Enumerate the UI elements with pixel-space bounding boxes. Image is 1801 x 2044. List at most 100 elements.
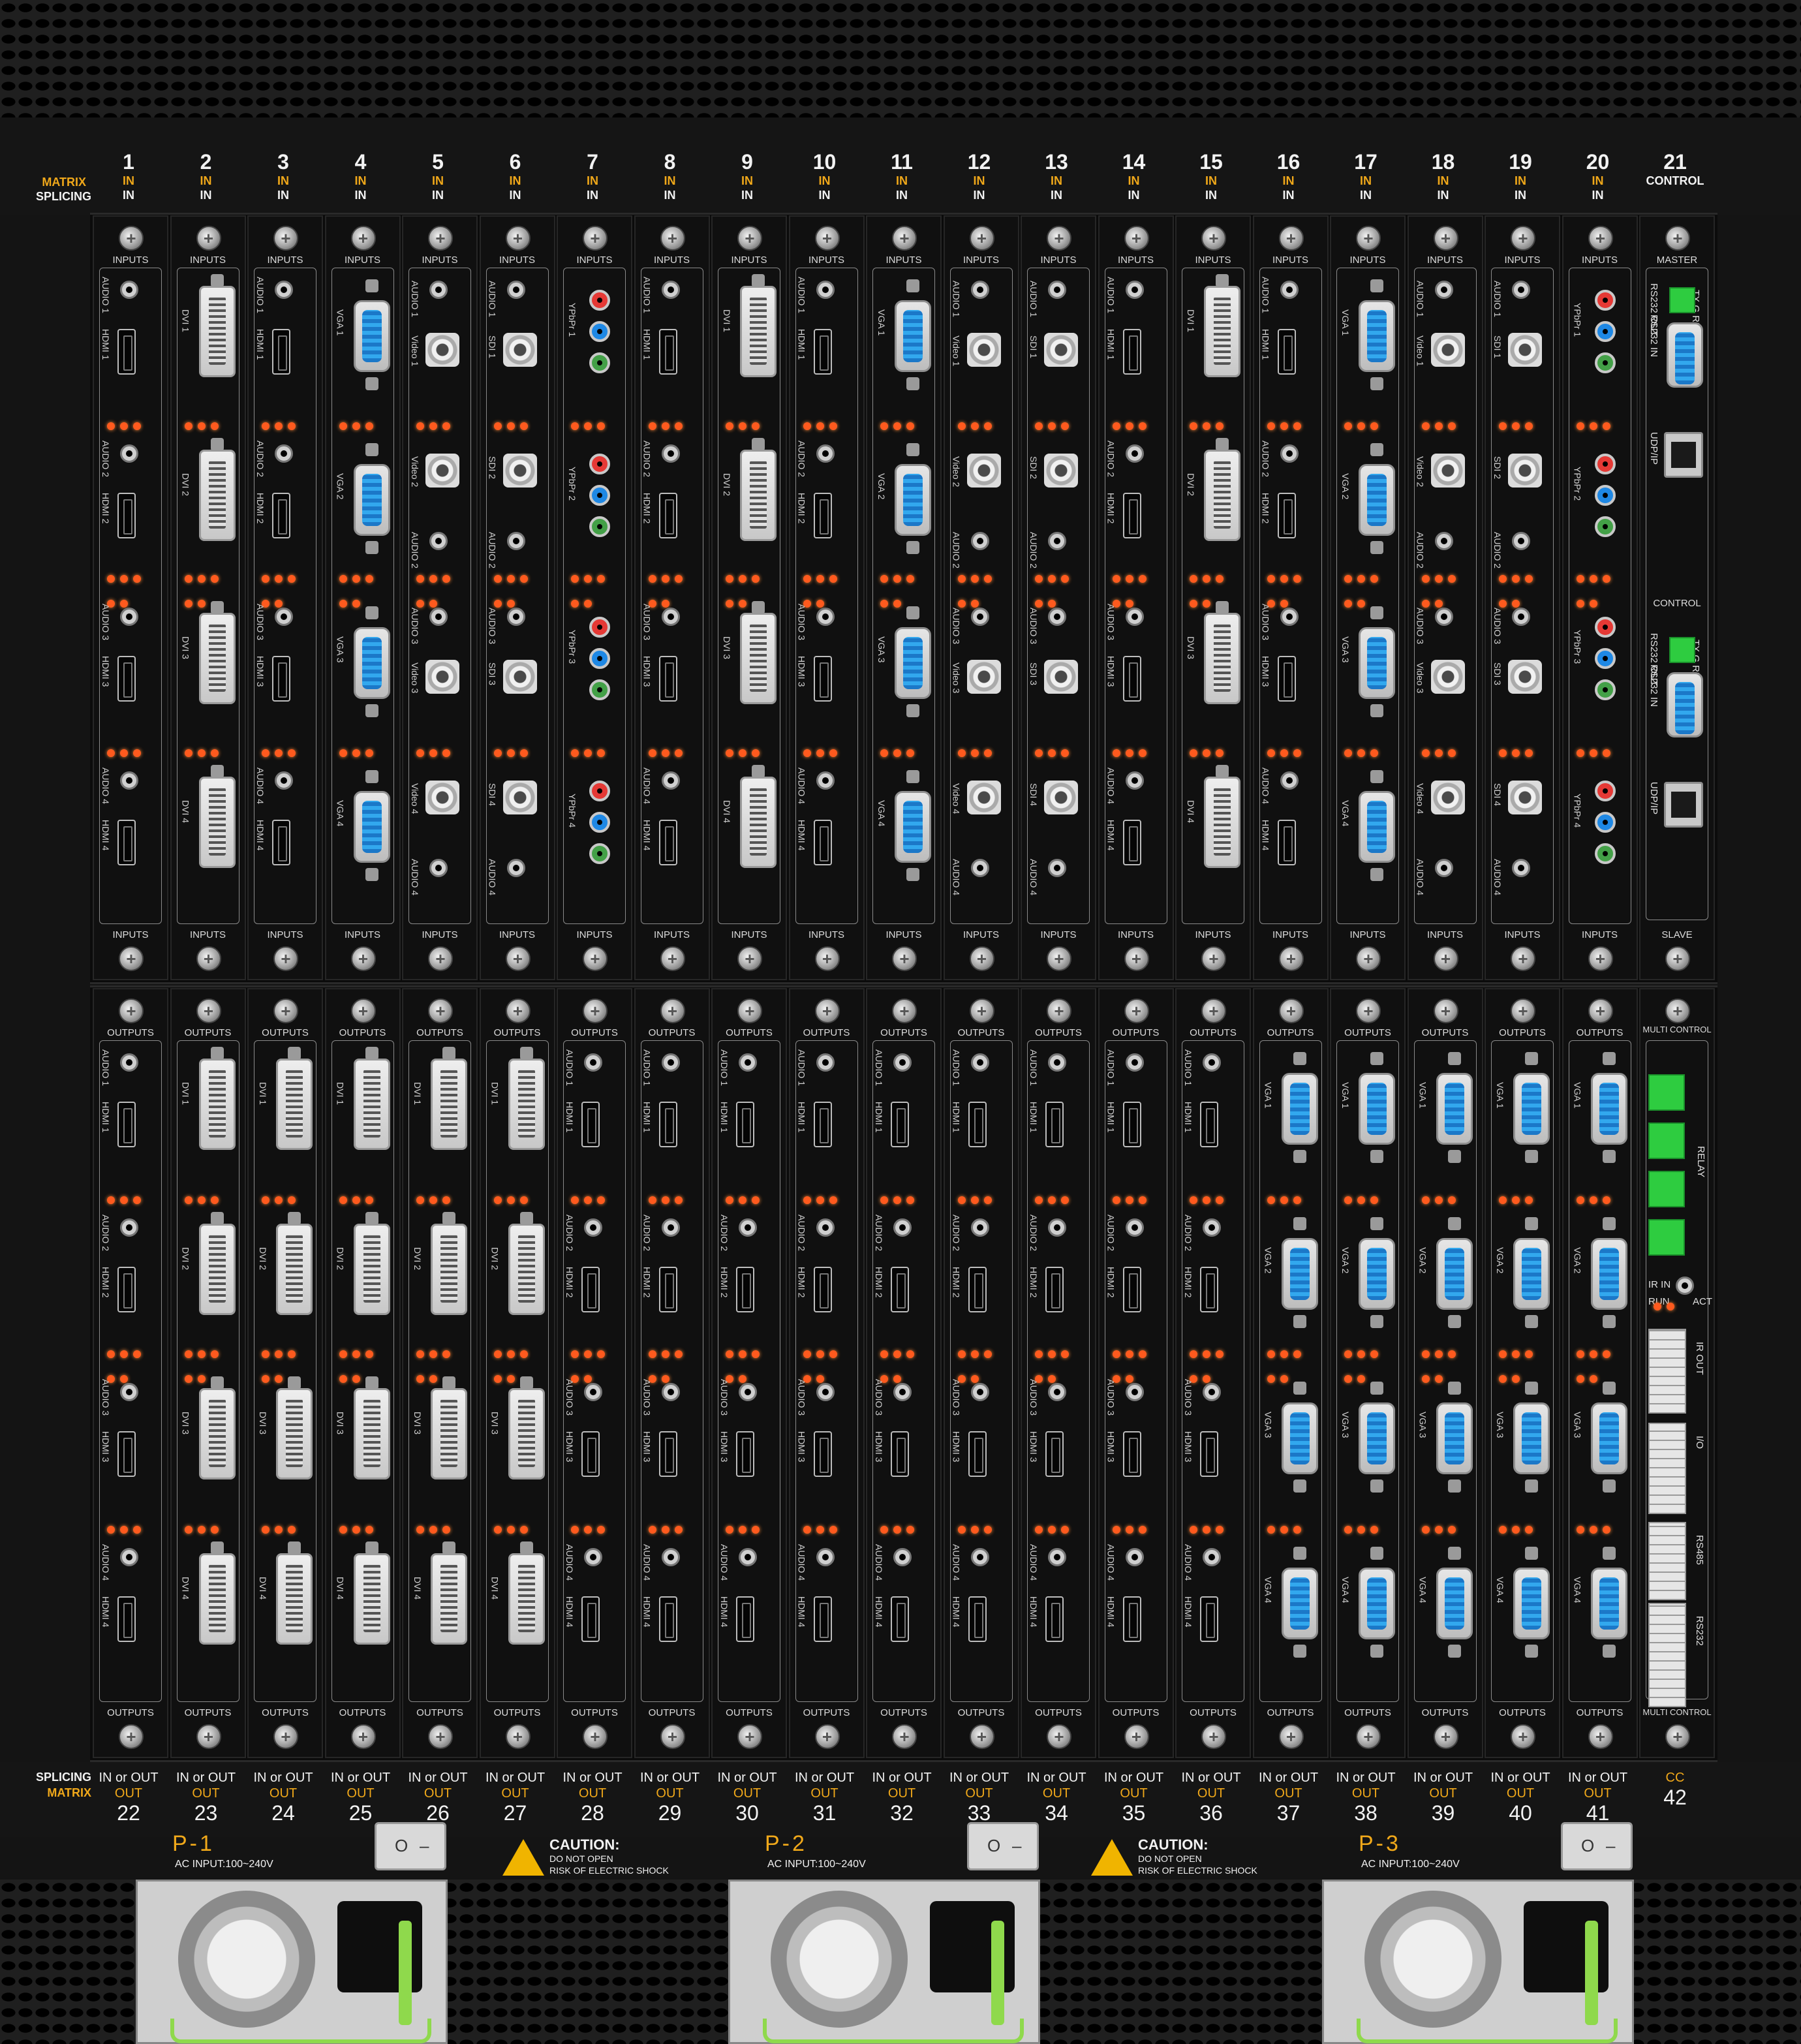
hdmi-port-icon[interactable] <box>658 1266 677 1312</box>
hdmi-port-icon[interactable] <box>1200 1266 1218 1312</box>
audio-jack-icon[interactable] <box>1434 531 1453 550</box>
vga-port-icon[interactable] <box>895 627 931 699</box>
screw-nut-icon[interactable] <box>1370 1150 1383 1163</box>
audio-jack-icon[interactable] <box>893 1053 912 1072</box>
vga-port-icon[interactable] <box>1436 1237 1473 1310</box>
thumb-screw-icon[interactable] <box>1124 226 1149 251</box>
audio-jack-icon[interactable] <box>1048 1053 1066 1072</box>
vga-port-icon[interactable] <box>1436 1402 1473 1474</box>
thumb-screw-icon[interactable] <box>583 1724 608 1749</box>
rca-jack-icon[interactable] <box>1594 352 1616 373</box>
screw-nut-icon[interactable] <box>365 279 378 292</box>
screw-nut-icon[interactable] <box>210 1376 224 1389</box>
audio-jack-icon[interactable] <box>970 608 989 626</box>
bnc-port-icon[interactable] <box>1508 780 1542 814</box>
vga-port-icon[interactable] <box>1281 1402 1318 1474</box>
dvi-port-icon[interactable] <box>508 1223 545 1315</box>
hdmi-port-icon[interactable] <box>658 329 677 375</box>
screw-nut-icon[interactable] <box>1525 1479 1538 1493</box>
bnc-port-icon[interactable] <box>425 453 459 488</box>
audio-jack-icon[interactable] <box>1203 1547 1221 1566</box>
dvi-port-icon[interactable] <box>508 1059 545 1150</box>
audio-jack-icon[interactable] <box>1280 608 1299 626</box>
hdmi-port-icon[interactable] <box>1122 492 1141 538</box>
psu-handle[interactable] <box>170 2019 431 2043</box>
bnc-port-icon[interactable] <box>502 453 537 488</box>
screw-nut-icon[interactable] <box>1602 1052 1616 1065</box>
thumb-screw-icon[interactable] <box>814 946 840 971</box>
audio-jack-icon[interactable] <box>970 1053 989 1072</box>
screw-nut-icon[interactable] <box>1370 867 1383 881</box>
audio-jack-icon[interactable] <box>816 444 835 463</box>
dvi-port-icon[interactable] <box>353 1223 390 1315</box>
audio-jack-icon[interactable] <box>661 1547 680 1566</box>
screw-nut-icon[interactable] <box>365 606 378 619</box>
screw-nut-icon[interactable] <box>906 867 919 881</box>
screw-nut-icon[interactable] <box>1525 1150 1538 1163</box>
dvi-port-icon[interactable] <box>353 1059 390 1150</box>
udp-ip-port-icon[interactable] <box>1664 432 1703 478</box>
hdmi-port-icon[interactable] <box>891 1596 909 1642</box>
thumb-screw-icon[interactable] <box>350 946 376 971</box>
thumb-screw-icon[interactable] <box>660 946 685 971</box>
hdmi-port-icon[interactable] <box>1045 1102 1064 1147</box>
screw-nut-icon[interactable] <box>1370 1382 1383 1395</box>
hdmi-port-icon[interactable] <box>272 656 290 702</box>
audio-jack-icon[interactable] <box>120 281 138 299</box>
bnc-port-icon[interactable] <box>966 660 1001 694</box>
screw-nut-icon[interactable] <box>1525 1382 1538 1395</box>
bnc-port-icon[interactable] <box>1508 453 1542 488</box>
rca-jack-icon[interactable] <box>1594 484 1616 506</box>
thumb-screw-icon[interactable] <box>1588 226 1613 251</box>
audio-jack-icon[interactable] <box>970 858 989 877</box>
vga-port-icon[interactable] <box>1513 1567 1550 1639</box>
dvi-port-icon[interactable] <box>431 1553 467 1645</box>
screw-nut-icon[interactable] <box>365 540 378 554</box>
thumb-screw-icon[interactable] <box>583 999 608 1023</box>
audio-jack-icon[interactable] <box>816 1383 835 1401</box>
audio-jack-icon[interactable] <box>1125 1383 1144 1401</box>
screw-nut-icon[interactable] <box>1602 1216 1616 1230</box>
vga-port-icon[interactable] <box>1590 1237 1627 1310</box>
audio-jack-icon[interactable] <box>893 1218 912 1237</box>
dvi-port-icon[interactable] <box>508 1553 545 1645</box>
screw-nut-icon[interactable] <box>1370 1216 1383 1230</box>
audio-jack-icon[interactable] <box>1125 1053 1144 1072</box>
screw-nut-icon[interactable] <box>519 1376 533 1389</box>
screw-nut-icon[interactable] <box>1370 606 1383 619</box>
audio-jack-icon[interactable] <box>429 531 448 550</box>
screw-nut-icon[interactable] <box>365 1211 378 1225</box>
power-supply-module[interactable] <box>728 1880 1040 2044</box>
thumb-screw-icon[interactable] <box>350 1724 376 1749</box>
hdmi-port-icon[interactable] <box>1277 656 1296 702</box>
hdmi-port-icon[interactable] <box>272 819 290 865</box>
thumb-screw-icon[interactable] <box>273 226 298 251</box>
hdmi-port-icon[interactable] <box>1200 1596 1218 1642</box>
screw-nut-icon[interactable] <box>906 606 919 619</box>
audio-jack-icon[interactable] <box>1280 281 1299 299</box>
bnc-port-icon[interactable] <box>1044 333 1078 367</box>
screw-nut-icon[interactable] <box>288 1376 301 1389</box>
rca-jack-icon[interactable] <box>1594 780 1616 801</box>
audio-jack-icon[interactable] <box>1048 608 1066 626</box>
thumb-screw-icon[interactable] <box>969 1724 994 1749</box>
rca-jack-icon[interactable] <box>589 780 610 801</box>
thumb-screw-icon[interactable] <box>1278 999 1304 1023</box>
thumb-screw-icon[interactable] <box>892 1724 917 1749</box>
thumb-screw-icon[interactable] <box>1124 1724 1149 1749</box>
thumb-screw-icon[interactable] <box>1278 226 1304 251</box>
screw-nut-icon[interactable] <box>1293 1644 1306 1658</box>
hdmi-port-icon[interactable] <box>813 1102 832 1147</box>
screw-nut-icon[interactable] <box>906 704 919 717</box>
thumb-screw-icon[interactable] <box>1588 1724 1613 1749</box>
screw-nut-icon[interactable] <box>1293 1150 1306 1163</box>
hdmi-port-icon[interactable] <box>1200 1431 1218 1477</box>
screw-nut-icon[interactable] <box>1602 1314 1616 1328</box>
hdmi-port-icon[interactable] <box>117 819 136 865</box>
thumb-screw-icon[interactable] <box>196 226 221 251</box>
audio-jack-icon[interactable] <box>816 608 835 626</box>
dvi-port-icon[interactable] <box>353 1553 390 1645</box>
hdmi-port-icon[interactable] <box>736 1266 754 1312</box>
rca-jack-icon[interactable] <box>589 321 610 342</box>
hdmi-port-icon[interactable] <box>658 1596 677 1642</box>
